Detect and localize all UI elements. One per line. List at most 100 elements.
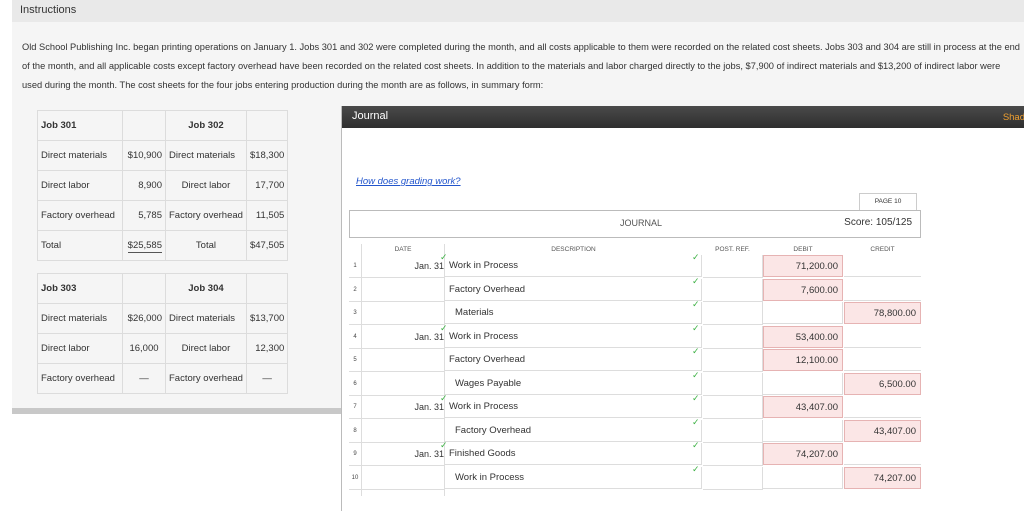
instructions-title: Instructions (20, 4, 77, 16)
account-field[interactable]: Work in Process (445, 325, 702, 348)
journal-row: 5 Factory Overhead 12,100.00 ✓ (349, 346, 921, 372)
credit-field[interactable] (844, 326, 921, 348)
row-number: 10 (349, 467, 361, 490)
debit-field[interactable] (763, 302, 843, 324)
date-field[interactable]: Jan. 31 (362, 396, 444, 419)
credit-field[interactable]: 74,207.00 (844, 466, 921, 489)
row-number: 8 (349, 420, 361, 443)
account-field[interactable]: Factory Overhead (445, 419, 702, 442)
cost-label: Direct labor (37, 333, 123, 364)
row-number: 9 (349, 443, 361, 466)
cost-label: Direct materials (165, 303, 247, 334)
cost-value: $26,000 (122, 303, 166, 334)
row-number: 1 (349, 255, 361, 278)
check-icon: ✓ (440, 393, 448, 403)
date-field[interactable]: Jan. 31 (362, 443, 444, 466)
cost-value: 17,700 (245, 170, 289, 201)
debit-field[interactable] (763, 466, 843, 489)
check-icon: ✓ (692, 346, 700, 356)
cost-value: 5,785 (122, 200, 166, 231)
credit-field[interactable] (844, 396, 921, 418)
column-header-debit: DEBIT (793, 246, 813, 253)
cost-value: 11,505 (245, 200, 289, 231)
shade-toggle[interactable]: Shad (1003, 112, 1024, 123)
column-header-post-ref: POST. REF. (715, 246, 750, 253)
row-number: 4 (349, 326, 361, 349)
post-ref-field[interactable] (703, 278, 763, 302)
check-icon: ✓ (692, 322, 700, 333)
instructions-header: Instructions (12, 0, 1024, 23)
page-number-tab: PAGE 10 (859, 193, 917, 210)
row-number: 5 (349, 349, 361, 372)
credit-field[interactable]: 6,500.00 (844, 372, 921, 395)
post-ref-field[interactable] (703, 396, 763, 419)
date-field[interactable] (362, 420, 444, 443)
account-field[interactable]: Factory Overhead (445, 349, 702, 371)
cost-sheet-table-1: Job 301 Job 302 Direct materials $10,900… (37, 110, 289, 261)
check-icon: ✓ (692, 369, 700, 380)
account-field[interactable]: Work in Process (445, 396, 702, 418)
cost-label: Factory overhead (165, 363, 247, 394)
date-field[interactable] (362, 349, 444, 372)
date-field[interactable]: Jan. 31 (362, 255, 444, 278)
debit-field[interactable]: 7,600.00 (763, 278, 843, 301)
column-header-credit: CREDIT (870, 246, 895, 253)
post-ref-field[interactable] (703, 349, 763, 372)
column-header-description: DESCRIPTION (551, 246, 596, 253)
post-ref-field[interactable] (703, 255, 763, 278)
date-field[interactable] (362, 467, 444, 490)
credit-field[interactable] (844, 349, 921, 371)
credit-field[interactable] (844, 255, 921, 277)
cost-value: — (122, 363, 166, 394)
journal-row: 4 Jan. 31 Work in Process 53,400.00 ✓ ✓ (349, 322, 921, 349)
cost-label: Total (37, 230, 123, 261)
account-field[interactable]: Materials (445, 302, 702, 324)
debit-field[interactable]: 74,207.00 (763, 443, 843, 465)
credit-field[interactable] (844, 279, 921, 301)
journal-label: JOURNAL (620, 218, 663, 228)
post-ref-field[interactable] (703, 419, 763, 443)
journal-heading-box: JOURNAL Score: 105/125 (349, 210, 921, 238)
debit-field[interactable]: 53,400.00 (763, 325, 843, 348)
date-field[interactable] (362, 373, 444, 396)
cost-value: $13,700 (245, 303, 289, 334)
post-ref-field[interactable] (703, 325, 763, 349)
account-field[interactable]: Work in Process (445, 255, 702, 277)
debit-field[interactable]: 12,100.00 (763, 349, 843, 371)
account-field[interactable]: Finished Goods (445, 443, 702, 465)
journal-row: 3 Materials 78,800.00 ✓ (349, 299, 921, 325)
journal-title: Journal (352, 110, 389, 122)
debit-field[interactable] (763, 372, 843, 395)
journal-row: 9 Jan. 31 Finished Goods 74,207.00 ✓ ✓ (349, 440, 921, 466)
post-ref-field[interactable] (703, 302, 763, 325)
debit-field[interactable] (763, 419, 843, 442)
cost-label: Direct materials (165, 140, 247, 171)
check-icon: ✓ (440, 440, 448, 450)
grading-help-link[interactable]: How does grading work? (356, 176, 461, 187)
credit-field[interactable] (844, 443, 921, 465)
account-field[interactable]: Factory Overhead (445, 278, 702, 301)
debit-field[interactable]: 71,200.00 (763, 255, 843, 277)
check-icon: ✓ (440, 322, 448, 333)
check-icon: ✓ (692, 252, 700, 262)
date-field[interactable] (362, 279, 444, 302)
credit-field[interactable]: 43,407.00 (844, 419, 921, 442)
date-field[interactable] (362, 302, 444, 325)
date-field[interactable]: Jan. 31 (362, 326, 444, 349)
account-field[interactable]: Wages Payable (445, 372, 702, 395)
cost-label: Direct labor (37, 170, 123, 201)
cost-label: Total (165, 230, 247, 261)
journal-row: 8 Factory Overhead 43,407.00 ✓ (349, 417, 921, 443)
credit-field[interactable]: 78,800.00 (844, 302, 921, 324)
row-number: 6 (349, 373, 361, 396)
post-ref-field[interactable] (703, 443, 763, 466)
journal-row: 2 Factory Overhead 7,600.00 ✓ (349, 275, 921, 302)
cost-total: $47,505 (245, 230, 289, 261)
post-ref-field[interactable] (703, 372, 763, 396)
post-ref-field[interactable] (703, 466, 763, 490)
debit-field[interactable]: 43,407.00 (763, 396, 843, 418)
account-field[interactable]: Work in Process (445, 466, 702, 489)
cost-label: Direct materials (37, 140, 123, 171)
cost-value: 16,000 (122, 333, 166, 364)
check-icon: ✓ (692, 275, 700, 286)
